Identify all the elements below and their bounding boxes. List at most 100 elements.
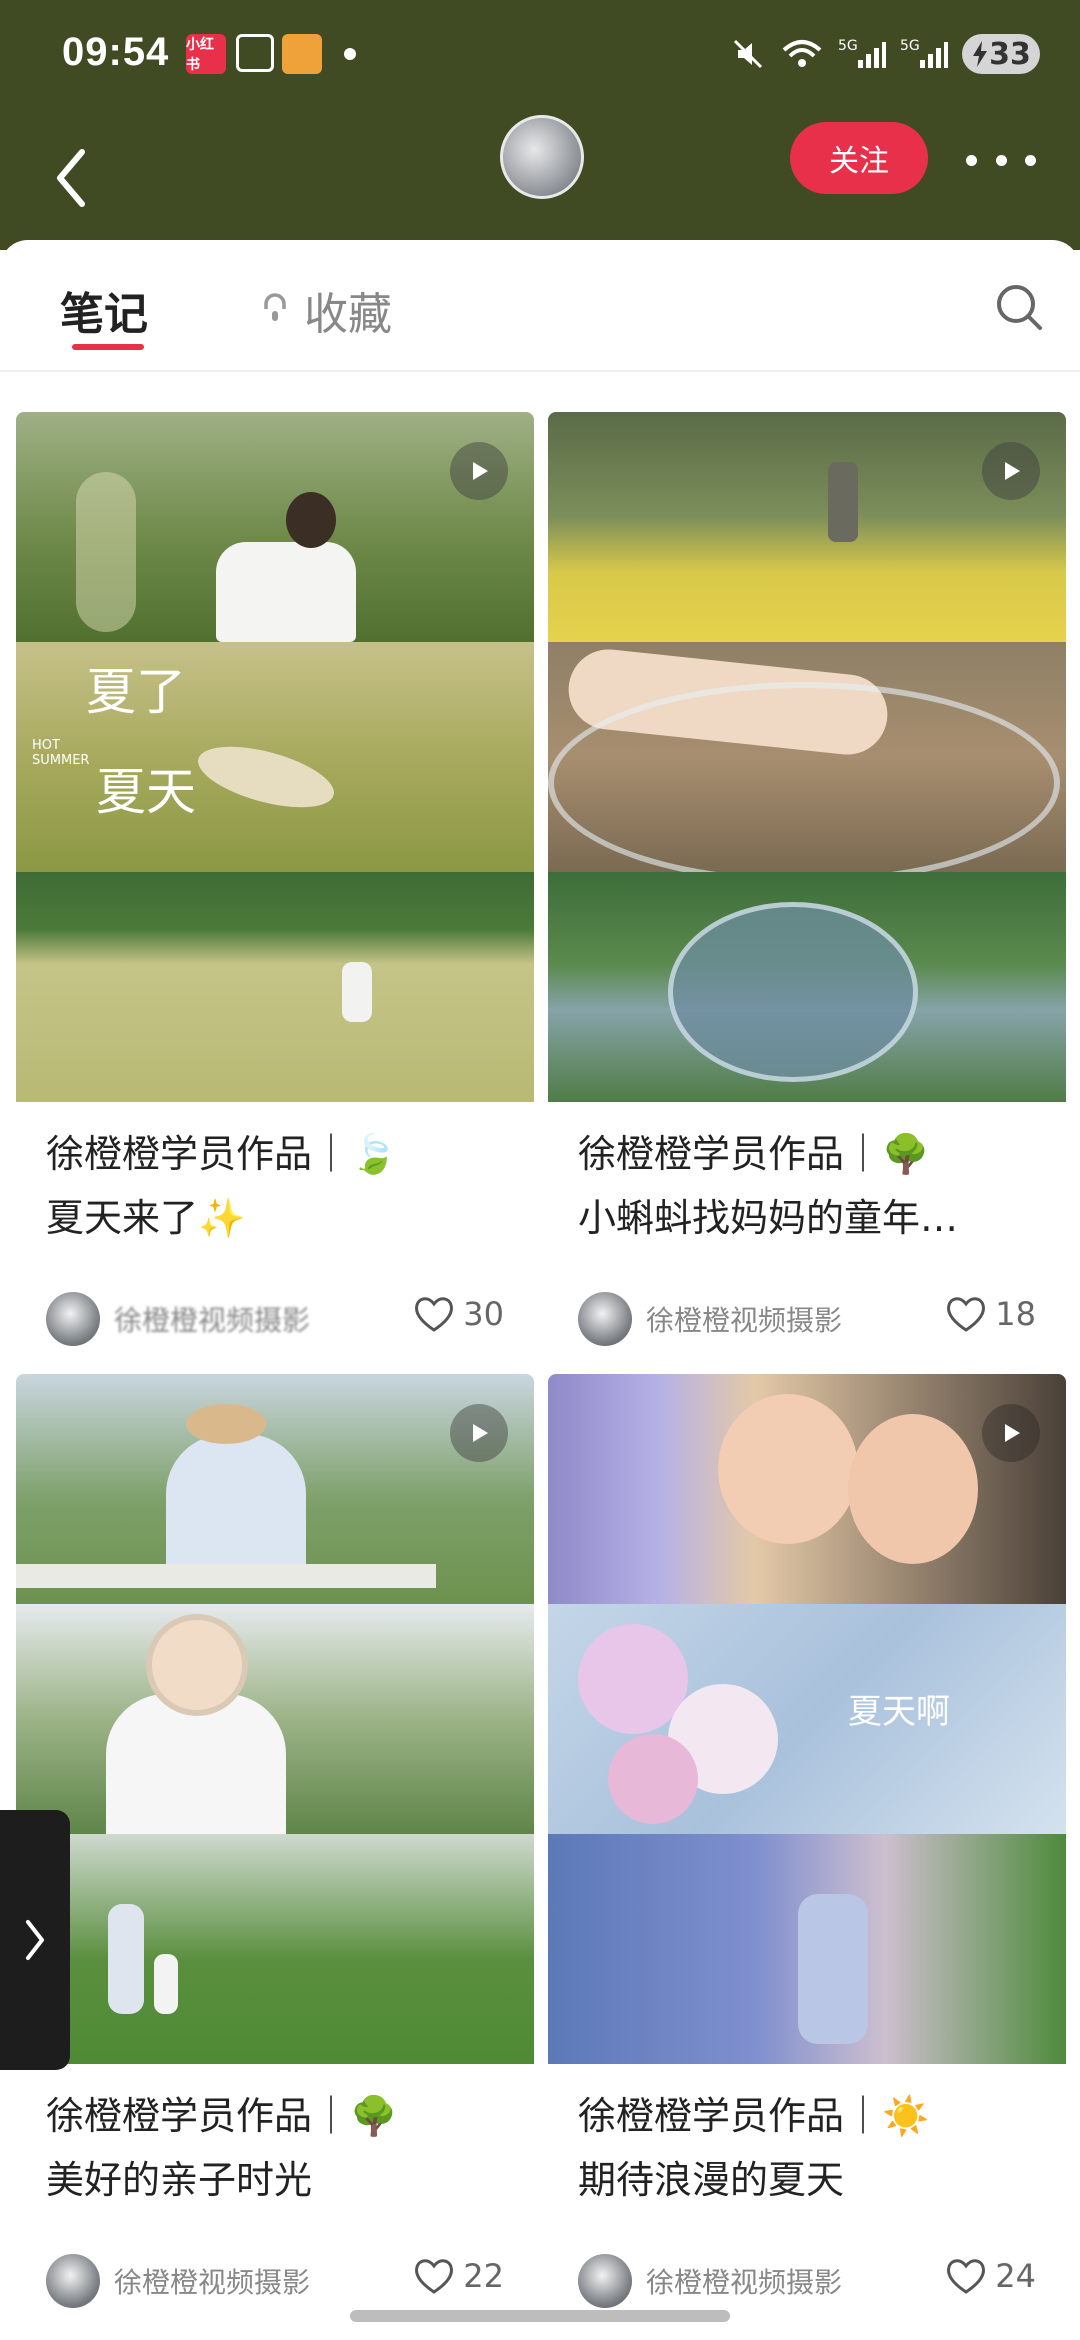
note-author[interactable]: 徐橙橙视频摄影	[578, 2254, 842, 2308]
sun-hat	[186, 1404, 266, 1444]
scan-notification-icon	[236, 34, 274, 72]
note-cover-image[interactable]	[16, 1374, 534, 2064]
more-options-button[interactable]	[966, 140, 1036, 180]
child-face	[848, 1414, 978, 1564]
cover-panel-2: 夏了 夏天 HOT SUMMER	[16, 642, 534, 872]
note-card[interactable]: 徐橙橙学员作品｜🌳 小蝌蚪找妈妈的童年… 徐橙橙视频摄影 18	[548, 412, 1066, 1352]
svg-text:5G: 5G	[838, 38, 858, 54]
like-count: 30	[463, 1295, 504, 1333]
home-indicator[interactable]	[350, 2310, 730, 2322]
app-notification-icon	[282, 34, 322, 74]
note-title: 徐橙橙学员作品｜🍃 夏天来了✨	[46, 1122, 516, 1250]
heart-icon	[947, 2259, 986, 2294]
signal-5g-icon-2: 5G	[900, 38, 948, 68]
author-avatar	[578, 1292, 632, 1346]
author-name: 徐橙橙视频摄影	[646, 2266, 843, 2299]
like-button[interactable]: 30	[413, 1294, 504, 1334]
like-count: 22	[463, 2257, 504, 2295]
more-dot-icon	[995, 154, 1007, 166]
video-play-icon	[450, 442, 508, 500]
note-author[interactable]: 徐橙橙视频摄影	[46, 1292, 310, 1346]
battery-indicator: 33	[962, 34, 1040, 74]
video-play-icon	[982, 1404, 1040, 1462]
heart-icon	[415, 1297, 454, 1332]
mother-figure	[108, 1904, 144, 2014]
note-author[interactable]: 徐橙橙视频摄影	[578, 1292, 842, 1346]
note-card[interactable]: 夏天啊 徐橙橙学员作品｜☀️ 期待浪漫的夏天 徐橙橙视频摄影 24	[548, 1374, 1066, 2324]
note-cover-image[interactable]: 夏天啊	[548, 1374, 1066, 2064]
svg-text:5G: 5G	[900, 38, 920, 54]
cover-panel-1	[548, 412, 1066, 642]
search-button[interactable]	[992, 280, 1048, 336]
cover-caption: 夏天	[96, 763, 196, 821]
play-icon	[473, 1424, 488, 1442]
mute-icon	[733, 39, 763, 69]
author-avatar	[578, 2254, 632, 2308]
wifi-icon	[782, 40, 822, 67]
like-button[interactable]: 18	[945, 1294, 1036, 1334]
cover-caption: 夏天啊	[848, 1692, 950, 1732]
cover-caption-small: HOT SUMMER	[32, 738, 90, 768]
like-button[interactable]: 22	[413, 2256, 504, 2296]
person-figure	[828, 462, 858, 542]
xiaohongshu-notification-icon: 小红书	[186, 34, 226, 74]
author-name: 徐橙橙视频摄影	[114, 1304, 311, 1337]
play-icon	[473, 462, 488, 480]
child-figure	[154, 1954, 178, 2014]
notification-dot-icon	[344, 48, 356, 60]
person-head	[286, 492, 336, 548]
child-head	[146, 1614, 248, 1716]
cover-panel-1	[16, 1374, 534, 1604]
profile-header: 09:54 小红书 5G 5G 33 关注	[0, 0, 1080, 250]
status-icons: 5G 5G 33	[730, 30, 1040, 78]
heart-icon	[415, 2259, 454, 2294]
note-title: 徐橙橙学员作品｜☀️ 期待浪漫的夏天	[578, 2084, 1048, 2212]
note-card[interactable]: 夏了 夏天 HOT SUMMER 徐橙橙学员作品｜🍃 夏天来了✨ 徐橙橙视频摄影…	[16, 412, 534, 1352]
battery-level: 33	[989, 36, 1031, 72]
cover-panel-3	[548, 872, 1066, 1102]
follow-button[interactable]: 关注	[790, 122, 928, 194]
side-expand-tab[interactable]	[0, 1810, 70, 2070]
tab-favorites[interactable]: 收藏	[258, 278, 392, 342]
author-avatar	[46, 1292, 100, 1346]
cover-panel-3	[16, 1834, 534, 2064]
flower	[608, 1734, 698, 1824]
play-icon	[1005, 1424, 1020, 1442]
tab-favorites-label: 收藏	[304, 289, 392, 340]
active-tab-indicator	[72, 344, 144, 350]
nav-bar: 关注	[0, 110, 1080, 250]
cover-caption: 夏了	[86, 663, 186, 721]
back-button[interactable]	[44, 130, 104, 220]
glass-bowl	[548, 682, 1060, 884]
cover-panel-2	[548, 642, 1066, 884]
chevron-right-icon	[26, 1920, 44, 1960]
profile-tabs: 笔记 收藏	[0, 240, 1080, 372]
note-title-line-1: 徐橙橙学员作品｜🌳	[46, 2094, 398, 2138]
note-card[interactable]: 徐橙橙学员作品｜🌳 美好的亲子时光 徐橙橙视频摄影 22	[16, 1374, 534, 2324]
more-dot-icon	[1025, 154, 1036, 166]
cover-panel-2: 夏天啊	[548, 1604, 1066, 1834]
play-icon	[1005, 462, 1020, 480]
tab-notes[interactable]: 笔记	[60, 278, 148, 342]
note-cover-image[interactable]: 夏了 夏天 HOT SUMMER	[16, 412, 534, 1102]
note-title-line-2: 期待浪漫的夏天	[578, 2158, 845, 2202]
more-dot-icon	[966, 154, 977, 166]
note-cover-image[interactable]	[548, 412, 1066, 1102]
note-title-line-1: 徐橙橙学员作品｜🌳	[578, 1132, 930, 1176]
grass-plume	[76, 472, 136, 632]
child-figure	[798, 1894, 868, 2044]
note-author[interactable]: 徐橙橙视频摄影	[46, 2254, 310, 2308]
picnic-blanket	[16, 1564, 436, 1588]
author-avatar	[46, 2254, 100, 2308]
signal-5g-icon-1: 5G	[838, 38, 886, 68]
cover-panel-2	[16, 1604, 534, 1834]
like-count: 24	[995, 2257, 1036, 2295]
note-title-line-2: 美好的亲子时光	[46, 2158, 313, 2202]
heart-icon	[947, 1297, 986, 1332]
charging-icon	[973, 41, 988, 67]
like-button[interactable]: 24	[945, 2256, 1036, 2296]
note-title: 徐橙橙学员作品｜🌳 美好的亲子时光	[46, 2084, 516, 2212]
status-bar: 09:54 小红书 5G 5G 33	[0, 0, 1080, 110]
note-title-line-2: 小蝌蚪找妈妈的童年…	[578, 1196, 959, 1240]
profile-avatar[interactable]	[500, 115, 584, 199]
